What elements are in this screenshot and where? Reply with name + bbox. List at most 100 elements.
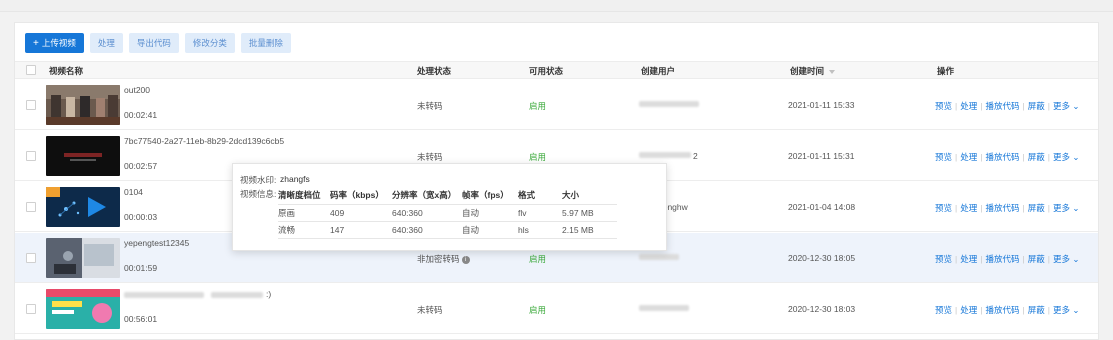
more-label: 更多 <box>1052 305 1070 315</box>
block-link[interactable]: 屏蔽 <box>1028 203 1045 213</box>
select-all-checkbox[interactable] <box>26 65 36 75</box>
preview-link[interactable]: 预览 <box>935 254 952 264</box>
play-code-link[interactable]: 播放代码 <box>985 305 1019 315</box>
chevron-down-icon: ⌄ <box>1072 101 1080 111</box>
plus-icon: + <box>33 37 39 49</box>
row-actions: 预览 | 处理 | 播放代码 | 屏蔽 | 更多 ⌄ <box>935 305 1080 315</box>
watermark-label: 视频水印: <box>240 175 277 185</box>
process-link[interactable]: 处理 <box>960 152 977 162</box>
video-duration: 00:02:41 <box>124 110 158 120</box>
created-time: 2020-12-30 18:03 <box>788 304 856 314</box>
info-quality: 原画 <box>278 204 330 222</box>
info-format: flv <box>518 204 562 222</box>
blurred-name <box>124 292 204 298</box>
block-link[interactable]: 屏蔽 <box>1028 101 1045 111</box>
video-duration: 00:00:03 <box>124 212 158 222</box>
video-name: out200 <box>124 85 150 95</box>
table-row: out200 00:02:41 未转码 启用 2021-01-11 15:33 … <box>15 80 1098 130</box>
col-creator: 创建用户 <box>641 66 676 76</box>
creator-suffix: 2 <box>693 151 698 161</box>
play-code-link[interactable]: 播放代码 <box>985 101 1019 111</box>
row-actions: 预览 | 处理 | 播放代码 | 屏蔽 | 更多 ⌄ <box>935 254 1080 264</box>
process-status: 未转码 <box>417 305 443 315</box>
video-thumbnail[interactable] <box>46 238 120 278</box>
info-size: 2.15 MB <box>562 221 617 239</box>
chevron-down-icon: ⌄ <box>1072 305 1080 315</box>
chevron-down-icon: ⌄ <box>1072 152 1080 162</box>
video-thumbnail[interactable] <box>46 289 120 329</box>
row-checkbox[interactable] <box>26 304 36 314</box>
block-link[interactable]: 屏蔽 <box>1028 305 1045 315</box>
info-fps: 自动 <box>462 204 518 222</box>
video-duration: 00:56:01 <box>124 314 158 324</box>
info-col-bitrate: 码率（kbps） <box>330 186 392 205</box>
preview-link[interactable]: 预览 <box>935 101 952 111</box>
process-status-label: 非加密转码 <box>417 254 460 264</box>
more-label: 更多 <box>1052 101 1070 111</box>
more-link[interactable]: 更多 ⌄ <box>1053 203 1080 213</box>
preview-link[interactable]: 预览 <box>935 203 952 213</box>
more-link[interactable]: 更多 ⌄ <box>1053 101 1080 111</box>
process-link[interactable]: 处理 <box>960 101 977 111</box>
play-code-link[interactable]: 播放代码 <box>985 254 1019 264</box>
process-button[interactable]: 处理 <box>89 33 123 53</box>
process-status: 未转码 <box>417 152 443 162</box>
info-col-resolution: 分辨率（宽x高） <box>392 186 462 205</box>
preview-link[interactable]: 预览 <box>935 152 952 162</box>
row-checkbox[interactable] <box>26 100 36 110</box>
video-name: :) <box>266 289 272 299</box>
video-thumbnail[interactable] <box>46 85 120 125</box>
process-status: 非加密转码 i <box>417 253 470 265</box>
play-code-link[interactable]: 播放代码 <box>985 152 1019 162</box>
more-label: 更多 <box>1052 254 1070 264</box>
info-col-size: 大小 <box>562 186 617 205</box>
preview-link[interactable]: 预览 <box>935 305 952 315</box>
row-checkbox[interactable] <box>26 202 36 212</box>
availability-status: 启用 <box>529 305 547 315</box>
col-created-time[interactable]: 创建时间 <box>790 65 836 77</box>
play-code-link[interactable]: 播放代码 <box>985 203 1019 213</box>
block-link[interactable]: 屏蔽 <box>1028 254 1045 264</box>
created-time: 2021-01-11 15:33 <box>788 100 855 110</box>
more-link[interactable]: 更多 ⌄ <box>1053 254 1080 264</box>
created-time: 2021-01-11 15:31 <box>788 151 855 161</box>
row-checkbox[interactable] <box>26 151 36 161</box>
video-thumbnail[interactable] <box>46 187 120 227</box>
export-code-button[interactable]: 导出代码 <box>128 33 179 53</box>
toolbar: + 上传视频 处理 导出代码 修改分类 批量删除 <box>25 33 291 53</box>
info-resolution: 640:360 <box>392 204 462 222</box>
process-link[interactable]: 处理 <box>960 254 977 264</box>
row-checkbox[interactable] <box>26 253 36 263</box>
info-bitrate: 147 <box>330 221 392 239</box>
blurred-creator <box>639 254 679 260</box>
block-link[interactable]: 屏蔽 <box>1028 152 1045 162</box>
more-link[interactable]: 更多 ⌄ <box>1053 305 1080 315</box>
process-link[interactable]: 处理 <box>960 305 977 315</box>
modify-category-button[interactable]: 修改分类 <box>184 33 235 53</box>
col-created-time-label: 创建时间 <box>790 66 825 76</box>
availability-status: 启用 <box>529 152 547 162</box>
thumbnail-image <box>46 136 120 176</box>
blurred-name <box>211 292 263 298</box>
top-strip <box>0 0 1113 12</box>
thumbnail-image <box>46 85 120 125</box>
video-name: yepengtest12345 <box>124 238 190 248</box>
info-icon[interactable]: i <box>461 255 470 264</box>
blurred-creator <box>639 101 699 107</box>
process-link[interactable]: 处理 <box>960 203 977 213</box>
info-table-row: 原画 409 640:360 自动 flv 5.97 MB <box>278 204 617 222</box>
video-info-table: 清晰度档位 码率（kbps） 分辨率（宽x高） 帧率（fps） 格式 大小 原画… <box>278 186 617 239</box>
row-actions: 预览 | 处理 | 播放代码 | 屏蔽 | 更多 ⌄ <box>935 152 1080 162</box>
batch-delete-button[interactable]: 批量删除 <box>240 33 291 53</box>
upload-video-button[interactable]: + 上传视频 <box>25 33 84 53</box>
info-label: 视频信息: <box>240 189 277 199</box>
thumbnail-image <box>46 238 120 278</box>
col-name: 视频名称 <box>49 66 84 76</box>
more-link[interactable]: 更多 ⌄ <box>1053 152 1080 162</box>
video-duration: 00:01:59 <box>124 263 158 273</box>
video-thumbnail[interactable] <box>46 136 120 176</box>
info-size: 5.97 MB <box>562 204 617 222</box>
col-process-status: 处理状态 <box>417 66 452 76</box>
info-format: hls <box>518 221 562 239</box>
sort-icon[interactable] <box>829 69 836 74</box>
